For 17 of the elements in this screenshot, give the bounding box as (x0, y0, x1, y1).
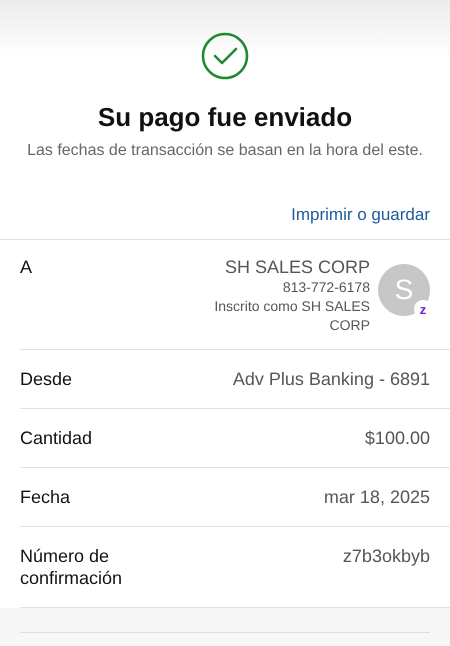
detail-label: A (20, 256, 32, 278)
success-check-icon (201, 32, 249, 80)
detail-value: Adv Plus Banking - 6891 (232, 368, 430, 390)
detail-value: z7b3okbyb (342, 545, 430, 567)
print-or-save-link[interactable]: Imprimir o guardar (291, 205, 430, 225)
confirmation-title: Su pago fue enviado (98, 102, 352, 133)
detail-value: $100.00 (364, 427, 430, 449)
detail-label: Cantidad (20, 427, 94, 449)
payee-phone: 813-772-6178 (282, 278, 370, 297)
payee-avatar: S z (378, 264, 430, 316)
payee-enrolled-name: Inscrito como SH SALES CORP (213, 297, 370, 335)
detail-label: Fecha (20, 486, 72, 508)
detail-label: Desde (20, 368, 74, 390)
timezone-note: Las fechas de transacción se basan en la hora del este. (26, 141, 424, 161)
detail-label: Número de confirmación (20, 545, 124, 589)
detail-value: mar 18, 2025 (324, 486, 430, 508)
payee-name: SH SALES CORP (224, 256, 370, 278)
